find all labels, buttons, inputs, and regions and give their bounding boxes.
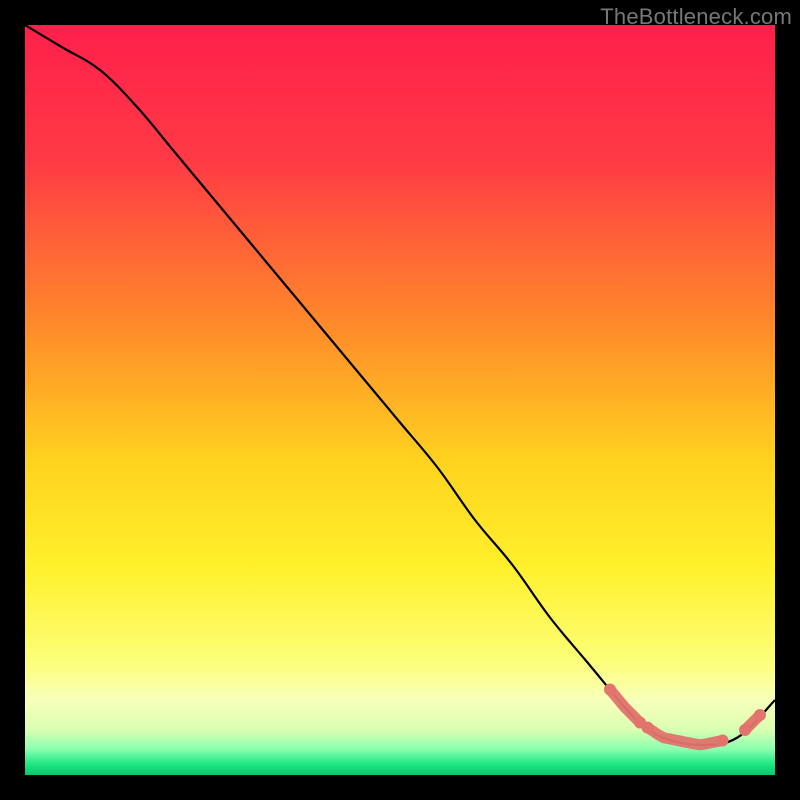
highlight-cap	[717, 735, 729, 747]
highlight-cap	[604, 684, 616, 696]
plot-area	[25, 25, 775, 775]
highlight-markers	[604, 684, 766, 747]
highlight-segment	[648, 728, 723, 745]
highlight-cap	[739, 724, 751, 736]
watermark-text: TheBottleneck.com	[600, 4, 792, 30]
plot-inner	[25, 25, 775, 775]
highlight-cap	[642, 722, 654, 734]
highlight-cap	[754, 709, 766, 721]
highlight-segment	[610, 690, 640, 723]
chart-frame: TheBottleneck.com	[0, 0, 800, 800]
bottleneck-curve	[25, 25, 775, 745]
curve-layer	[25, 25, 775, 775]
